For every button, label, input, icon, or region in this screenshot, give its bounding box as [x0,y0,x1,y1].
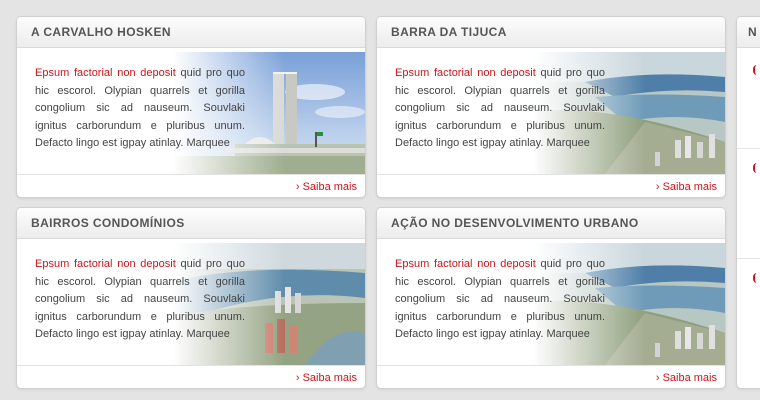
card-description: Epsum factorial non deposit quid pro quo… [35,256,245,344]
card-header: BAIRROS CONDOMÍNIOS [17,208,365,239]
saiba-mais-label: Saiba mais [302,372,357,384]
card-lead: Epsum factorial non deposit [395,67,536,79]
card-text: quid pro quo hic escorol. Olypian quarre… [35,67,245,149]
card-text: quid pro quo hic escorol. Olypian quarre… [395,67,605,149]
saiba-mais-label: Saiba mais [302,181,357,193]
card-body: Epsum factorial non deposit quid pro quo… [377,239,725,366]
divider [737,148,760,149]
card-title: BAIRROS CONDOMÍNIOS [31,216,185,230]
card-title-fragment: N [748,25,758,39]
card-lead: Epsum factorial non deposit [395,258,536,270]
card-description: Epsum factorial non deposit quid pro quo… [395,256,605,344]
card-bairros-condominios: BAIRROS CONDOMÍNIOS Epsum factorial non … [16,207,366,389]
saiba-mais-label: Saiba mais [662,181,717,193]
card-lead: Epsum factorial non deposit [35,258,176,270]
chevron-right-icon: › [295,372,300,384]
chevron-right-icon: › [655,181,660,193]
card-description: Epsum factorial non deposit quid pro quo… [35,65,245,153]
card-body: Epsum factorial non deposit quid pro quo… [17,239,365,366]
saiba-mais-link[interactable]: › Saiba mais [296,181,357,193]
card-header: A CARVALHO HOSKEN [17,17,365,48]
card-text: quid pro quo hic escorol. Olypian quarre… [395,258,605,340]
saiba-mais-label: Saiba mais [662,372,717,384]
card-title: AÇÃO NO DESENVOLVIMENTO URBANO [391,216,639,230]
divider [737,258,760,259]
card-title: A CARVALHO HOSKEN [31,25,171,39]
chevron-right-icon: › [295,181,300,193]
lead-fragment [753,163,760,173]
card-description: Epsum factorial non deposit quid pro quo… [395,65,605,153]
card-lead: Epsum factorial non deposit [35,67,176,79]
lead-fragment [753,65,760,75]
card-body: Epsum factorial non deposit quid pro quo… [377,48,725,175]
card-title: BARRA DA TIJUCA [391,25,507,39]
card-header: AÇÃO NO DESENVOLVIMENTO URBANO [377,208,725,239]
saiba-mais-link[interactable]: › Saiba mais [296,372,357,384]
card-a-carvalho-hosken: A CARVALHO HOSKEN Epsum factorial non de… [16,16,366,198]
chevron-right-icon: › [655,372,660,384]
card-text: quid pro quo hic escorol. Olypian quarre… [35,258,245,340]
card-header: BARRA DA TIJUCA [377,17,725,48]
partial-card: N [736,16,760,389]
card-body: Epsum factorial non deposit quid pro quo… [17,48,365,175]
card-barra-da-tijuca: BARRA DA TIJUCA Epsum factorial non depo… [376,16,726,198]
saiba-mais-link[interactable]: › Saiba mais [656,181,717,193]
lead-fragment [753,273,760,283]
saiba-mais-link[interactable]: › Saiba mais [656,372,717,384]
card-header: N [737,17,760,48]
card-acao-desenvolvimento-urbano: AÇÃO NO DESENVOLVIMENTO URBANO Epsum fac… [376,207,726,389]
